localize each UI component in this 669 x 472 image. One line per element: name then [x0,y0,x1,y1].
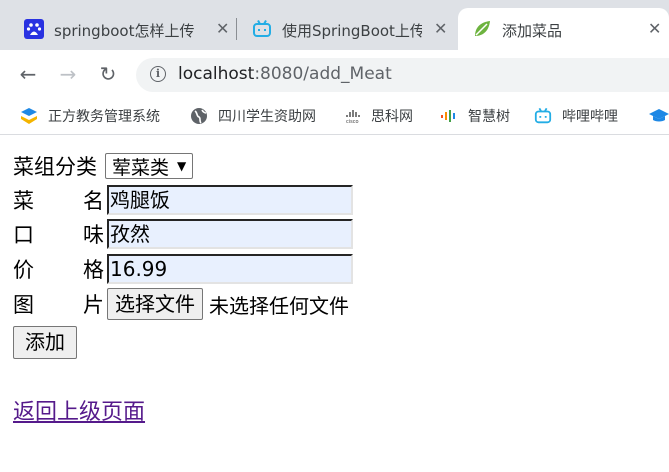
price-input[interactable]: 16.99 [107,254,353,284]
svg-text:cisco: cisco [346,119,359,125]
page-content: 菜组分类 荤菜类 ▼ 菜名 鸡腿饭 口味 孜然 价格 16.99 图片 选择文件… [0,136,669,472]
tab-title: 使用SpringBoot上传 [282,22,422,40]
bookmark-cisco[interactable]: cisco 思科网 [343,105,413,127]
category-row: 菜组分类 荤菜类 ▼ [13,150,194,182]
bookmark-zf[interactable]: 正方教务管理系统 [20,105,160,127]
url-path: :8080/add_Meat [254,64,392,84]
url-host: localhost [178,64,255,84]
tab-title: springboot怎样上传 [54,22,195,40]
tab-baidu[interactable]: springboot怎样上传 ✕ [0,8,236,50]
taste-input[interactable]: 孜然 [107,219,353,249]
globe-icon [191,108,207,124]
bookmark-label: 正方教务管理系统 [48,109,160,125]
reload-icon[interactable]: ↻ [96,62,120,86]
bookmark-scxszz[interactable]: 四川学生资助网 [190,105,316,127]
bookmark-label: 思科网 [371,109,413,125]
cisco-icon: cisco [346,110,360,125]
zhihuishu-icon [441,110,455,122]
tab-add-dish[interactable]: 添加菜品 ✕ [458,8,669,50]
tab-springboot-upload[interactable]: 使用SpringBoot上传 ✕ [228,8,458,50]
baidu-icon [24,19,44,39]
price-label: 价格 [13,258,104,282]
bilibili-icon [534,107,552,124]
zf-icon [21,108,37,124]
bookmark-label: 四川学生资助网 [218,109,316,125]
taste-row: 口味 孜然 [13,218,353,250]
dropdown-caret-icon: ▼ [177,159,187,173]
bookmark-zhihuishu[interactable]: 智慧树 [440,105,510,127]
bilibili-icon [253,20,271,37]
forward-arrow-icon[interactable]: → [56,62,80,86]
category-select[interactable]: 荤菜类 ▼ [105,153,194,179]
price-row: 价格 16.99 [13,253,353,285]
bookmarks-bar: 正方教务管理系统 四川学生资助网 cisco 思科网 智慧树 哔哩哔哩 [0,98,669,135]
bookmark-bilibili[interactable]: 哔哩哔哩 [534,105,618,127]
close-icon[interactable]: ✕ [648,19,661,38]
choose-file-button[interactable]: 选择文件 [107,288,203,320]
image-row: 图片 选择文件 未选择任何文件 [13,288,349,320]
back-link[interactable]: 返回上级页面 [13,394,145,426]
category-label: 菜组分类 [13,155,97,179]
back-arrow-icon[interactable]: ← [16,62,40,86]
tab-strip: springboot怎样上传 ✕ 使用SpringBoot上传 ✕ 添加菜品 ✕ [0,0,669,50]
tab-title: 添加菜品 [502,22,563,40]
name-input[interactable]: 鸡腿饭 [107,185,353,215]
category-selected: 荤菜类 [112,156,170,179]
add-button[interactable]: 添加 [13,326,77,359]
image-label: 图片 [13,293,104,317]
info-icon[interactable]: i [150,66,166,82]
file-status-text: 未选择任何文件 [209,293,349,318]
taste-label: 口味 [13,223,104,247]
name-row: 菜名 鸡腿饭 [13,184,353,216]
spring-leaf-icon [475,21,490,36]
url-text[interactable]: localhost:8080/add_Meat [178,64,392,84]
name-label: 菜名 [13,189,104,213]
browser-toolbar: ← → ↻ i localhost:8080/add_Meat [0,50,669,98]
graduation-cap-icon[interactable] [648,107,669,125]
close-icon[interactable]: ✕ [434,19,447,38]
bookmark-label: 智慧树 [468,109,510,125]
bookmark-label: 哔哩哔哩 [562,109,618,125]
address-bar[interactable]: i localhost:8080/add_Meat [136,58,669,92]
